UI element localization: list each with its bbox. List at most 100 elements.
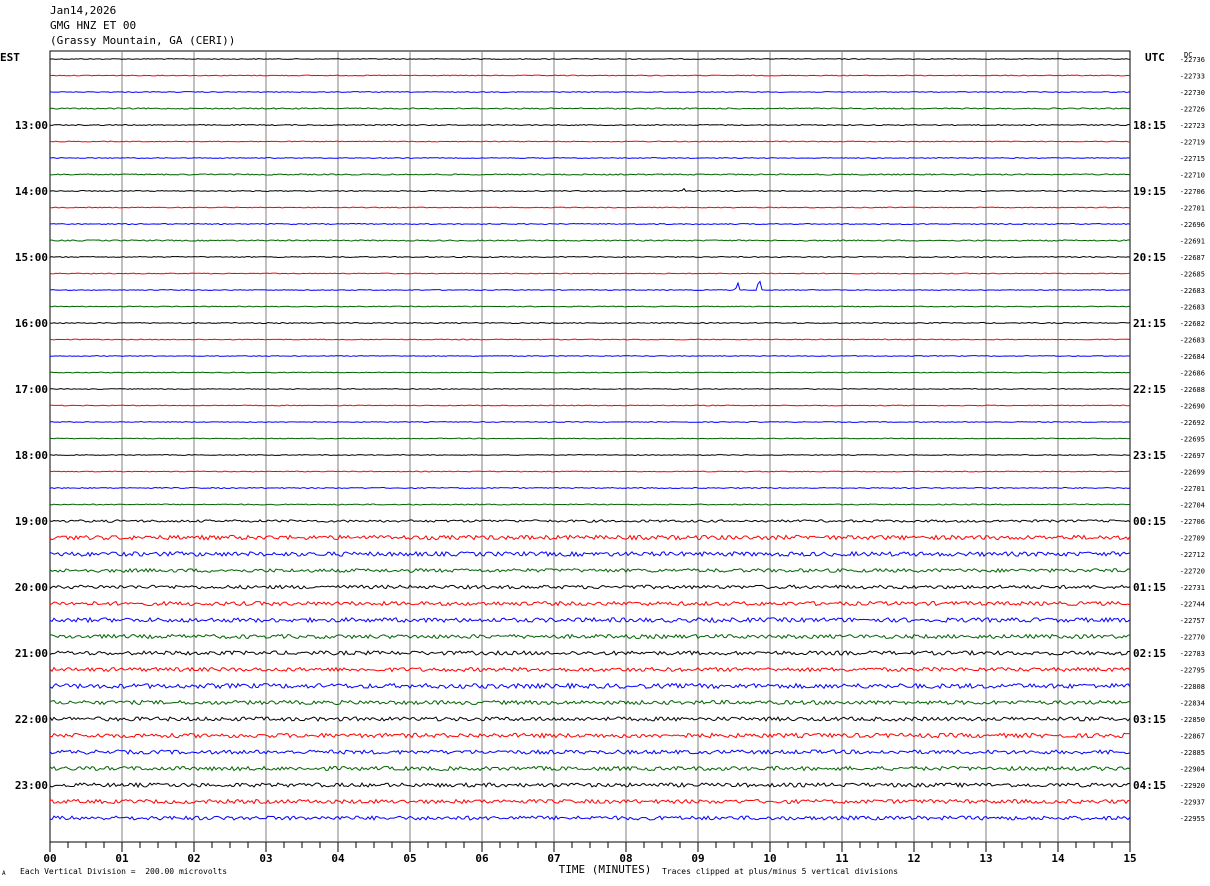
trace-line <box>49 421 1131 423</box>
x-tick-label: 15 <box>1123 852 1136 865</box>
dc-offset-label: -22685 <box>1180 271 1205 279</box>
trace-line <box>49 272 1131 275</box>
dc-offset-label: -22719 <box>1180 139 1205 147</box>
dc-offset-label: -22706 <box>1180 518 1205 526</box>
trace-line <box>49 371 1131 374</box>
dc-offset-label: -22701 <box>1180 205 1205 213</box>
trace-line <box>49 74 1131 77</box>
x-tick-label: 14 <box>1051 852 1065 865</box>
est-hour-label: 22:00 <box>15 713 48 726</box>
trace-line <box>49 355 1131 357</box>
est-hour-label: 21:00 <box>15 647 48 660</box>
utc-hour-label: 01:15 <box>1133 581 1166 594</box>
dc-offset-label: -22687 <box>1180 254 1205 262</box>
utc-hour-label: 02:15 <box>1133 647 1166 660</box>
dc-offset-label: -22730 <box>1180 89 1205 97</box>
dc-offset-label: -22920 <box>1180 782 1205 790</box>
dc-offset-label: -22683 <box>1180 287 1205 295</box>
x-tick-label: 01 <box>115 852 129 865</box>
clip-note: Traces clipped at plus/minus 5 vertical … <box>662 867 899 876</box>
dc-offset-label: -22683 <box>1180 337 1205 345</box>
dc-offset-label: -22701 <box>1180 485 1205 493</box>
x-tick-label: 04 <box>331 852 345 865</box>
dc-offset-label: -22937 <box>1180 799 1205 807</box>
dc-offset-label: -22850 <box>1180 716 1205 724</box>
dc-offset-label: -22686 <box>1180 370 1205 378</box>
x-tick-label: 03 <box>259 852 272 865</box>
x-tick-label: 11 <box>835 852 849 865</box>
utc-hour-label: 20:15 <box>1133 251 1166 264</box>
trace-line <box>49 58 1131 60</box>
trace-line <box>49 388 1131 390</box>
trace-line <box>49 765 1131 772</box>
trace-line <box>49 782 1131 789</box>
trace-line <box>49 649 1131 656</box>
utc-hour-label: 18:15 <box>1133 119 1166 132</box>
dc-offset-label: -22699 <box>1180 469 1205 477</box>
traces <box>49 58 1131 821</box>
dc-offset-label: -22690 <box>1180 403 1205 411</box>
x-tick-label: 09 <box>691 852 704 865</box>
dc-offset-label: -22706 <box>1180 188 1205 196</box>
trace-line <box>49 749 1131 755</box>
trace-line <box>49 338 1131 341</box>
dc-offset-label: -22709 <box>1180 535 1205 543</box>
est-hour-label: 23:00 <box>15 779 48 792</box>
x-tick-label: 00 <box>43 852 56 865</box>
trace-line <box>49 404 1131 407</box>
utc-hour-label: 23:15 <box>1133 449 1166 462</box>
dc-offset-label: -22733 <box>1180 73 1205 81</box>
trace-line <box>49 550 1131 558</box>
utc-hour-label: 19:15 <box>1133 185 1166 198</box>
dc-offset-label: -22808 <box>1180 683 1205 691</box>
trace-line <box>49 519 1131 523</box>
trace-line <box>49 157 1131 159</box>
corner-mark: A <box>2 870 6 877</box>
dc-offset-label: -22720 <box>1180 568 1205 576</box>
est-hour-label: 13:00 <box>15 119 48 132</box>
trace-line <box>49 280 1131 291</box>
helicorder-chart: 00 01 02 03 04 05 06 07 08 09 10 11 12 13 14 15TIME (MI… <box>0 50 1205 876</box>
x-tick-label: 12 <box>907 852 920 865</box>
dc-offset-label: -22710 <box>1180 172 1205 180</box>
dc-offset-label: -22692 <box>1180 419 1205 427</box>
trace-line <box>49 305 1131 308</box>
x-tick-label: 02 <box>187 852 200 865</box>
trace-line <box>49 666 1131 673</box>
dc-offset-label: -22712 <box>1180 551 1205 559</box>
est-hour-label: 20:00 <box>15 581 48 594</box>
est-hour-label: 18:00 <box>15 449 48 462</box>
utc-hour-label: 21:15 <box>1133 317 1166 330</box>
trace-line <box>49 222 1131 226</box>
dc-offset-label: -22783 <box>1180 650 1205 658</box>
trace-line <box>49 173 1131 176</box>
dc-offset-label: -22867 <box>1180 733 1205 741</box>
dc-offset-label: -22682 <box>1180 320 1205 328</box>
utc-hour-label: 00:15 <box>1133 515 1166 528</box>
trace-line <box>49 486 1131 490</box>
dc-offset-label: -22744 <box>1180 601 1205 609</box>
dc-offset-label: -22834 <box>1180 700 1205 708</box>
utc-hour-label: 04:15 <box>1133 779 1166 792</box>
trace-line <box>49 600 1131 607</box>
dc-offset-label: -22726 <box>1180 106 1205 114</box>
trace-line <box>49 534 1131 541</box>
x-tick-label: 13 <box>979 852 992 865</box>
trace-line <box>49 798 1131 805</box>
dc-offset-label: -22684 <box>1180 353 1205 361</box>
est-hour-label: 19:00 <box>15 515 48 528</box>
trace-line <box>49 815 1131 821</box>
trace-line <box>49 584 1131 590</box>
dc-offset-label: -22795 <box>1180 667 1205 675</box>
dc-offset-label: -22695 <box>1180 436 1205 444</box>
trace-line <box>49 255 1131 259</box>
trace-line <box>49 437 1131 440</box>
dc-offset-label: -22757 <box>1180 617 1205 625</box>
trace-line <box>49 321 1131 325</box>
trace-line <box>49 503 1131 506</box>
trace-line <box>49 699 1131 706</box>
est-hour-label: 14:00 <box>15 185 48 198</box>
est-hour-label: 16:00 <box>15 317 48 330</box>
trace-line <box>49 732 1131 739</box>
dc-offset-label: -22696 <box>1180 221 1205 229</box>
